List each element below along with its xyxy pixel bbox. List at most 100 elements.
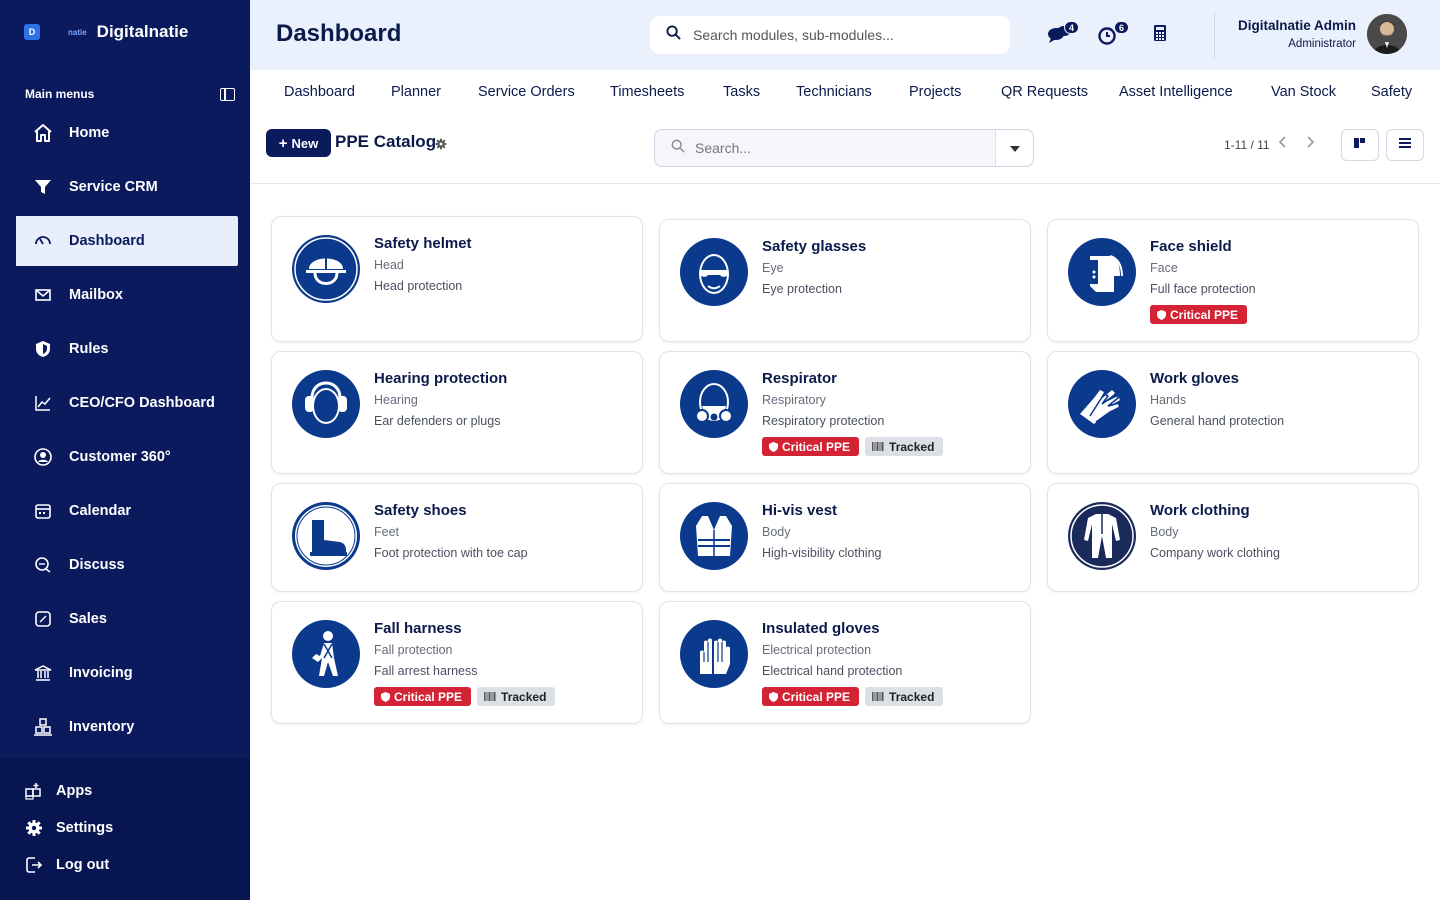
new-button[interactable]: + New: [266, 129, 331, 157]
tab-timesheets[interactable]: Timesheets: [610, 84, 684, 100]
pager-value[interactable]: 1-11 / 11: [1224, 138, 1270, 152]
search-icon: [666, 25, 681, 45]
tab-tasks[interactable]: Tasks: [723, 84, 760, 100]
sidebar-item-apps[interactable]: Apps: [24, 781, 92, 801]
ppe-card-work-clothing[interactable]: Work clothing Body Company work clothing: [1047, 483, 1419, 592]
user-name[interactable]: Digitalnatie Admin: [1238, 18, 1356, 33]
critical-ppe-label: Critical PPE: [1170, 307, 1239, 322]
face-shield-icon: [1068, 238, 1136, 306]
sidebar: D natie Digitalnatie Main menus Home Ser…: [0, 0, 250, 900]
ppe-card-work-gloves[interactable]: Work gloves Hands General hand protectio…: [1047, 351, 1419, 474]
tab-technicians[interactable]: Technicians: [796, 84, 872, 100]
catalog-search[interactable]: [654, 129, 1034, 167]
critical-ppe-label: Critical PPE: [782, 689, 851, 704]
vest-icon: [680, 502, 748, 570]
pager-previous-button[interactable]: [1274, 136, 1290, 152]
sidebar-item-settings[interactable]: Settings: [24, 818, 113, 838]
tab-van-stock[interactable]: Van Stock: [1271, 84, 1336, 100]
ppe-card-face-shield[interactable]: Face shield Face Full face protection Cr…: [1047, 219, 1419, 342]
card-title: Work gloves: [1150, 370, 1239, 387]
messages-button[interactable]: 4: [1047, 21, 1079, 46]
tab-qr-requests[interactable]: QR Requests: [1001, 84, 1088, 100]
sidebar-item-label: Apps: [56, 783, 93, 799]
sidebar-collapse-icon[interactable]: [220, 87, 235, 101]
sidebar-item-rules[interactable]: Rules: [12, 324, 238, 374]
sidebar-item-mailbox[interactable]: Mailbox: [12, 270, 238, 320]
ppe-card-insulated-gloves[interactable]: Insulated gloves Electrical protection E…: [659, 601, 1031, 724]
sidebar-item-customer-360[interactable]: Customer 360°: [12, 432, 238, 482]
sidebar-item-logout[interactable]: Log out: [24, 855, 109, 875]
avatar[interactable]: [1367, 14, 1407, 54]
respirator-icon: [680, 370, 748, 438]
activity-button[interactable]: 6: [1097, 21, 1129, 46]
top-header: Dashboard 4 6 Digitalnatie Admin Adminis…: [250, 0, 1440, 70]
ppe-card-hearing-protection[interactable]: Hearing protection Hearing Ear defenders…: [271, 351, 643, 474]
list-view-button[interactable]: [1386, 129, 1424, 161]
sidebar-item-label: Sales: [69, 611, 107, 627]
card-title: Hi-vis vest: [762, 502, 838, 519]
ppe-card-hi-vis-vest[interactable]: Hi-vis vest Body High-visibility clothin…: [659, 483, 1031, 592]
ppe-card-safety-helmet[interactable]: Safety helmet Head Head protection: [271, 216, 643, 342]
sidebar-item-home[interactable]: Home: [12, 108, 238, 158]
ppe-card-fall-harness[interactable]: Fall harness Fall protection Fall arrest…: [271, 601, 643, 724]
ppe-card-safety-shoes[interactable]: Safety shoes Feet Foot protection with t…: [271, 483, 643, 592]
global-search-input[interactable]: [693, 27, 983, 43]
ppe-card-safety-glasses[interactable]: Safety glasses Eye Eye protection: [659, 219, 1031, 342]
catalog-settings-gear-icon[interactable]: [435, 137, 447, 150]
shield-icon: [381, 691, 390, 702]
barcode-icon: [872, 442, 884, 451]
user-role: Administrator: [1288, 38, 1356, 50]
brand[interactable]: D natie Digitalnatie: [24, 22, 188, 42]
kanban-view-button[interactable]: [1341, 129, 1379, 161]
ppe-card-respirator[interactable]: Respirator Respiratory Respiratory prote…: [659, 351, 1031, 474]
shield-icon: [32, 338, 54, 360]
tab-planner[interactable]: Planner: [391, 84, 441, 100]
tab-safety[interactable]: Safety: [1371, 84, 1412, 100]
percent-icon: [32, 608, 54, 630]
card-category: Fall protection: [374, 643, 453, 657]
card-category: Hands: [1150, 393, 1187, 407]
sidebar-item-discuss[interactable]: Discuss: [12, 540, 238, 590]
search-options-toggle[interactable]: [995, 130, 1033, 166]
apps-icon: [24, 781, 44, 801]
chart-line-icon: [32, 392, 54, 414]
global-search[interactable]: [650, 16, 1010, 54]
sidebar-item-label: Log out: [56, 857, 110, 873]
brand-logo: D: [24, 24, 40, 40]
critical-ppe-tag: Critical PPE: [762, 687, 860, 706]
critical-ppe-tag: Critical PPE: [762, 437, 860, 456]
card-title: Respirator: [762, 370, 838, 387]
ear-defenders-icon: [292, 370, 360, 438]
tab-service-orders[interactable]: Service Orders: [478, 84, 575, 100]
calculator-button[interactable]: [1153, 24, 1171, 46]
sidebar-item-label: Mailbox: [69, 287, 123, 303]
card-description: Company work clothing: [1150, 546, 1280, 560]
logout-icon: [24, 855, 44, 875]
card-category: Hearing: [374, 393, 418, 407]
tracked-label: Tracked: [501, 689, 547, 704]
sidebar-item-calendar[interactable]: Calendar: [12, 486, 238, 536]
tab-asset-intelligence[interactable]: Asset Intelligence: [1119, 84, 1233, 100]
sidebar-item-inventory[interactable]: Inventory: [12, 702, 238, 752]
card-title: Work clothing: [1150, 502, 1250, 519]
catalog-search-input[interactable]: [695, 140, 985, 156]
sidebar-item-label: Invoicing: [69, 665, 133, 681]
card-description: High-visibility clothing: [762, 546, 882, 560]
critical-ppe-tag: Critical PPE: [374, 687, 472, 706]
sidebar-item-sales[interactable]: Sales: [12, 594, 238, 644]
sidebar-item-service-crm[interactable]: Service CRM: [12, 162, 238, 212]
tab-dashboard[interactable]: Dashboard: [284, 84, 355, 100]
tracked-tag: Tracked: [865, 437, 944, 456]
sidebar-item-dashboard[interactable]: Dashboard: [12, 216, 238, 266]
card-title: Hearing protection: [374, 370, 508, 387]
tab-projects[interactable]: Projects: [909, 84, 961, 100]
sidebar-item-label: Home: [69, 125, 110, 141]
list-icon: [1398, 136, 1412, 154]
activity-clock-icon: [1097, 27, 1119, 50]
pager-next-button[interactable]: [1303, 136, 1319, 152]
main-menus-label: Main menus: [25, 87, 95, 101]
sidebar-item-invoicing[interactable]: Invoicing: [12, 648, 238, 698]
sidebar-item-ceo-cfo-dashboard[interactable]: CEO/CFO Dashboard: [12, 378, 238, 428]
new-button-label: New: [291, 135, 319, 151]
catalog-title: PPE Catalog: [335, 132, 437, 151]
